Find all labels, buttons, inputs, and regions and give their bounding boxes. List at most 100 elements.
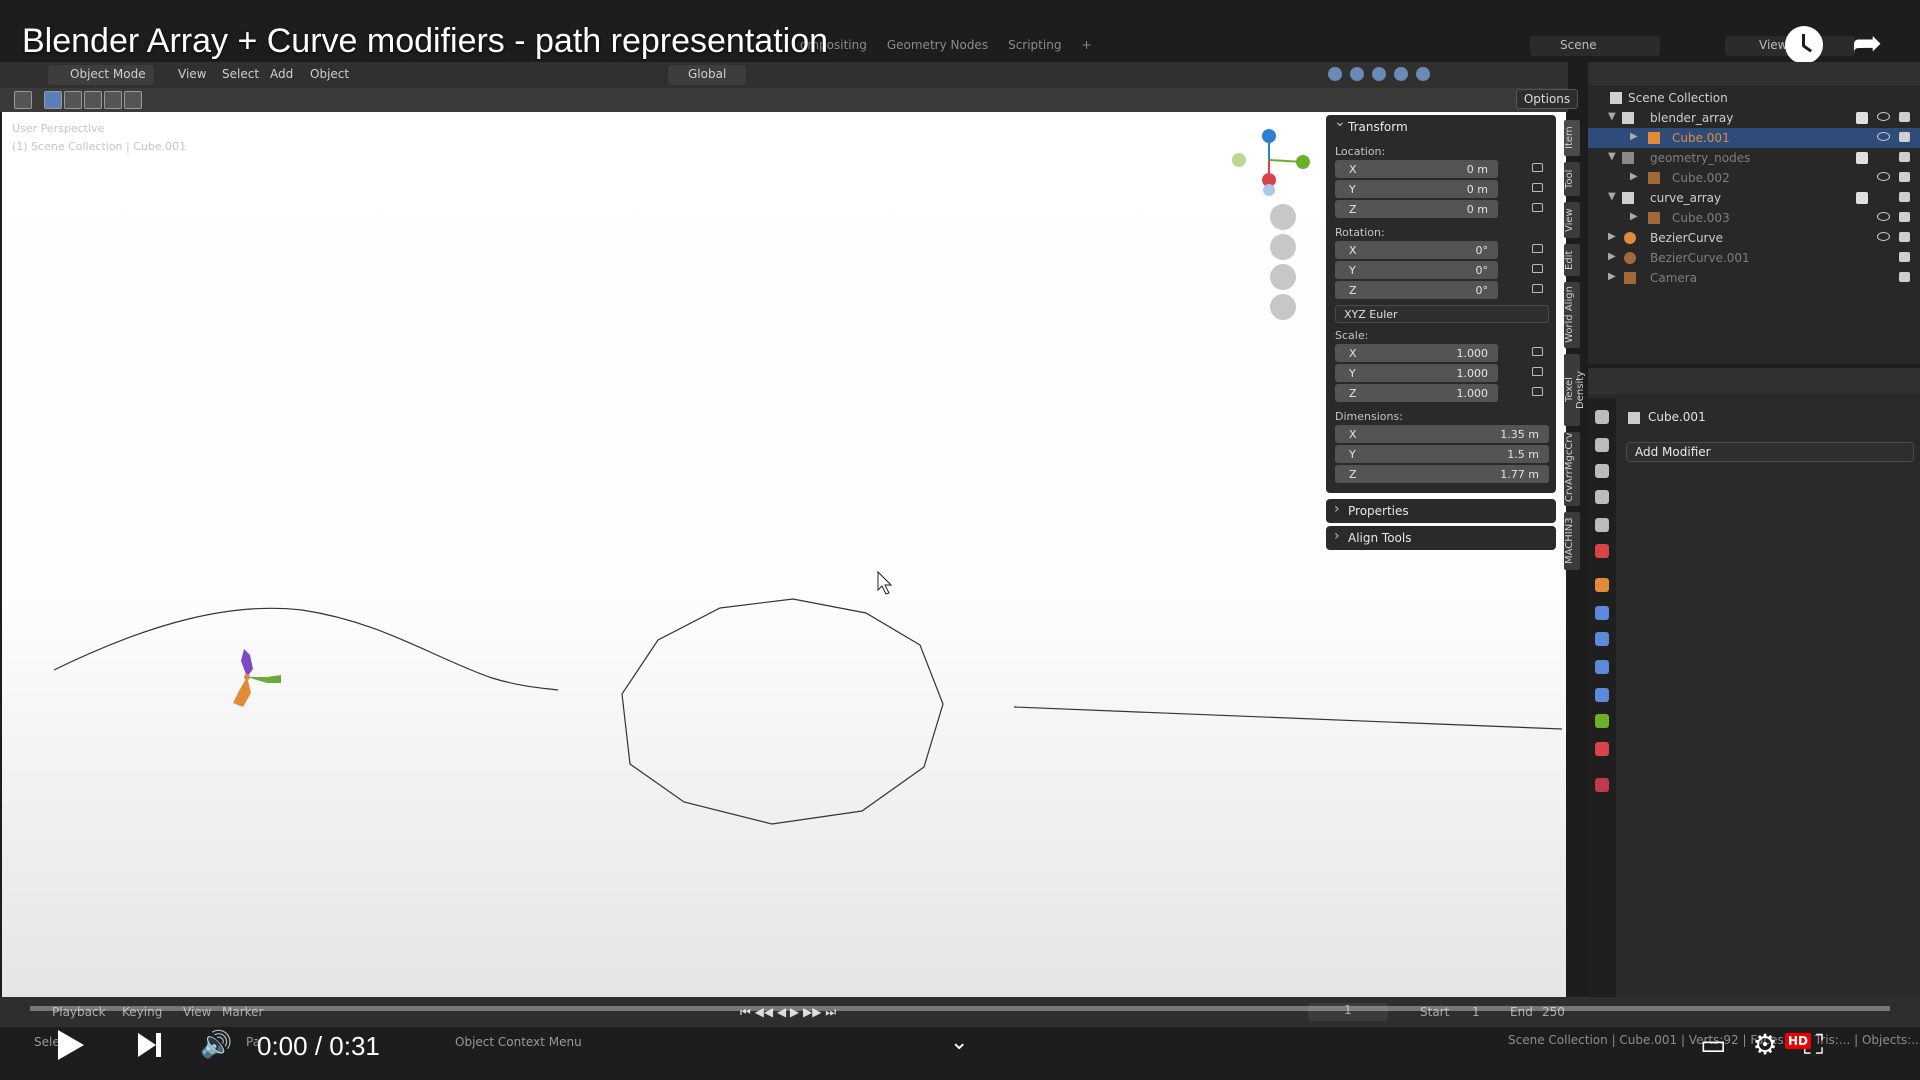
eye-icon[interactable] (1877, 232, 1890, 241)
tab-scripting[interactable]: Scripting (1008, 38, 1061, 52)
watch-later-icon[interactable] (1785, 26, 1823, 64)
lock-icon[interactable] (1532, 264, 1543, 273)
zoom-icon[interactable] (1270, 204, 1296, 230)
menu-add[interactable]: Add (270, 67, 293, 81)
camera-icon[interactable] (1899, 272, 1910, 282)
expand-triangle-icon[interactable]: ▶ (1630, 131, 1638, 142)
tab-machin3[interactable]: MACHIN3 (1564, 512, 1580, 570)
transform-panel-header[interactable]: Transform (1326, 114, 1556, 139)
camera-icon[interactable] (1899, 192, 1910, 202)
rotation-x-field[interactable]: X 0° (1335, 241, 1498, 259)
location-x-field[interactable]: X0 m (1335, 160, 1498, 178)
rendered-shading-icon[interactable] (1416, 67, 1430, 81)
next-button[interactable] (136, 1031, 164, 1061)
solid-shading-icon[interactable] (1372, 67, 1386, 81)
tab-crvarrmgccrv[interactable]: CrvArrMgcCrv (1564, 432, 1580, 506)
expand-triangle-icon[interactable]: ▶ (1630, 211, 1638, 222)
texture-tab-icon[interactable] (1595, 778, 1609, 792)
chevron-down-icon[interactable]: ⌄ (950, 1030, 968, 1055)
camera-icon[interactable] (1899, 212, 1910, 222)
lock-icon[interactable] (1532, 183, 1543, 192)
tab-view[interactable]: View (1564, 202, 1580, 238)
select-intersect-icon[interactable] (124, 91, 142, 109)
share-icon[interactable]: ➦ (1852, 26, 1894, 62)
lock-icon[interactable] (1532, 387, 1543, 396)
lock-icon[interactable] (1532, 347, 1543, 356)
tab-world-align[interactable]: World Align (1564, 282, 1580, 348)
lock-icon[interactable] (1532, 163, 1543, 172)
overlay-icon[interactable] (1328, 67, 1342, 81)
camera-icon[interactable] (1899, 112, 1910, 122)
object-mode-dropdown[interactable]: Object Mode (48, 65, 154, 85)
material-shading-icon[interactable] (1394, 67, 1408, 81)
view-layer-tab-icon[interactable] (1595, 490, 1609, 504)
scale-x-field[interactable]: X 1.000 (1335, 344, 1498, 362)
select-invert-icon[interactable] (104, 91, 122, 109)
rotation-mode-dropdown[interactable]: XYZ Euler (1335, 305, 1549, 323)
select-extend-icon[interactable] (64, 91, 82, 109)
tab-tool[interactable]: Tool (1564, 162, 1580, 196)
outliner-row[interactable]: ▼ curve_array (1588, 188, 1920, 208)
outliner-row[interactable]: ▶ Cube.002 (1588, 168, 1920, 188)
ortho-grid-icon[interactable] (1270, 294, 1296, 320)
expand-triangle-icon[interactable]: ▶ (1608, 231, 1616, 242)
scale-y-field[interactable]: Y 1.000 (1335, 364, 1498, 382)
subtitles-icon[interactable]: ▭ (1700, 1028, 1726, 1062)
add-modifier-dropdown[interactable]: Add Modifier (1626, 442, 1914, 462)
world-tab-icon[interactable] (1595, 544, 1609, 558)
expand-triangle-icon[interactable]: ▼ (1608, 191, 1616, 202)
lock-icon[interactable] (1532, 244, 1543, 253)
location-z-field[interactable]: Z0 m (1335, 200, 1498, 218)
play-button[interactable] (58, 1030, 84, 1060)
tab-geometry-nodes[interactable]: Geometry Nodes (887, 38, 988, 52)
camera-icon[interactable] (1899, 152, 1910, 162)
expand-triangle-icon[interactable]: ▼ (1608, 111, 1616, 122)
constraints-tab-icon[interactable] (1595, 688, 1609, 702)
xray-icon[interactable] (1350, 67, 1364, 81)
pan-hand-icon[interactable] (1270, 234, 1296, 260)
camera-view-icon[interactable] (1270, 264, 1296, 290)
dimensions-y-field[interactable]: Y 1.5 m (1335, 445, 1549, 463)
select-subtract-icon[interactable] (84, 91, 102, 109)
scene-selector[interactable]: Scene (1530, 36, 1660, 56)
lock-icon[interactable] (1532, 367, 1543, 376)
checkbox-icon[interactable] (1856, 152, 1868, 164)
eye-icon[interactable] (1877, 132, 1890, 141)
outliner-row[interactable]: ▼ blender_array (1588, 108, 1920, 128)
camera-icon[interactable] (1899, 232, 1910, 242)
location-y-field[interactable]: Y0 m (1335, 180, 1498, 198)
outliner-row-selected[interactable]: ▶ Cube.001 (1588, 128, 1920, 148)
options-button[interactable]: Options (1516, 89, 1578, 109)
modifier-tab-icon[interactable] (1595, 606, 1609, 620)
render-tab-icon[interactable] (1595, 438, 1609, 452)
outliner-row[interactable]: ▶ BezierCurve.001 (1588, 248, 1920, 268)
outliner-row[interactable]: ▶ BezierCurve (1588, 228, 1920, 248)
checkbox-icon[interactable] (1856, 192, 1868, 204)
expand-triangle-icon[interactable]: ▶ (1608, 251, 1616, 262)
eye-icon[interactable] (1877, 172, 1890, 181)
checkbox-icon[interactable] (1856, 112, 1868, 124)
select-tool-icon[interactable] (14, 91, 32, 109)
camera-icon[interactable] (1899, 252, 1910, 262)
menu-view[interactable]: View (178, 67, 206, 81)
eye-icon[interactable] (1877, 212, 1890, 221)
particles-tab-icon[interactable] (1595, 632, 1609, 646)
output-tab-icon[interactable] (1595, 464, 1609, 478)
camera-icon[interactable] (1899, 172, 1910, 182)
volume-icon[interactable]: 🔊 (200, 1030, 234, 1060)
material-tab-icon[interactable] (1595, 742, 1609, 756)
expand-triangle-icon[interactable]: ▶ (1608, 271, 1616, 282)
menu-object[interactable]: Object (310, 67, 349, 81)
dimensions-x-field[interactable]: X 1.35 m (1335, 425, 1549, 443)
menu-select[interactable]: Select (222, 67, 259, 81)
eye-icon[interactable] (1877, 112, 1890, 121)
outliner-scene-collection[interactable]: Scene Collection (1588, 88, 1920, 108)
rotation-y-field[interactable]: Y 0° (1335, 261, 1498, 279)
expand-triangle-icon[interactable]: ▶ (1630, 171, 1638, 182)
video-progress-bar[interactable] (30, 1006, 1890, 1011)
dimensions-z-field[interactable]: Z 1.77 m (1335, 465, 1549, 483)
select-box-icon[interactable] (44, 91, 62, 109)
object-tab-icon[interactable] (1595, 578, 1609, 592)
camera-icon[interactable] (1899, 132, 1910, 142)
align-tools-panel-header[interactable]: Align Tools (1326, 526, 1556, 550)
